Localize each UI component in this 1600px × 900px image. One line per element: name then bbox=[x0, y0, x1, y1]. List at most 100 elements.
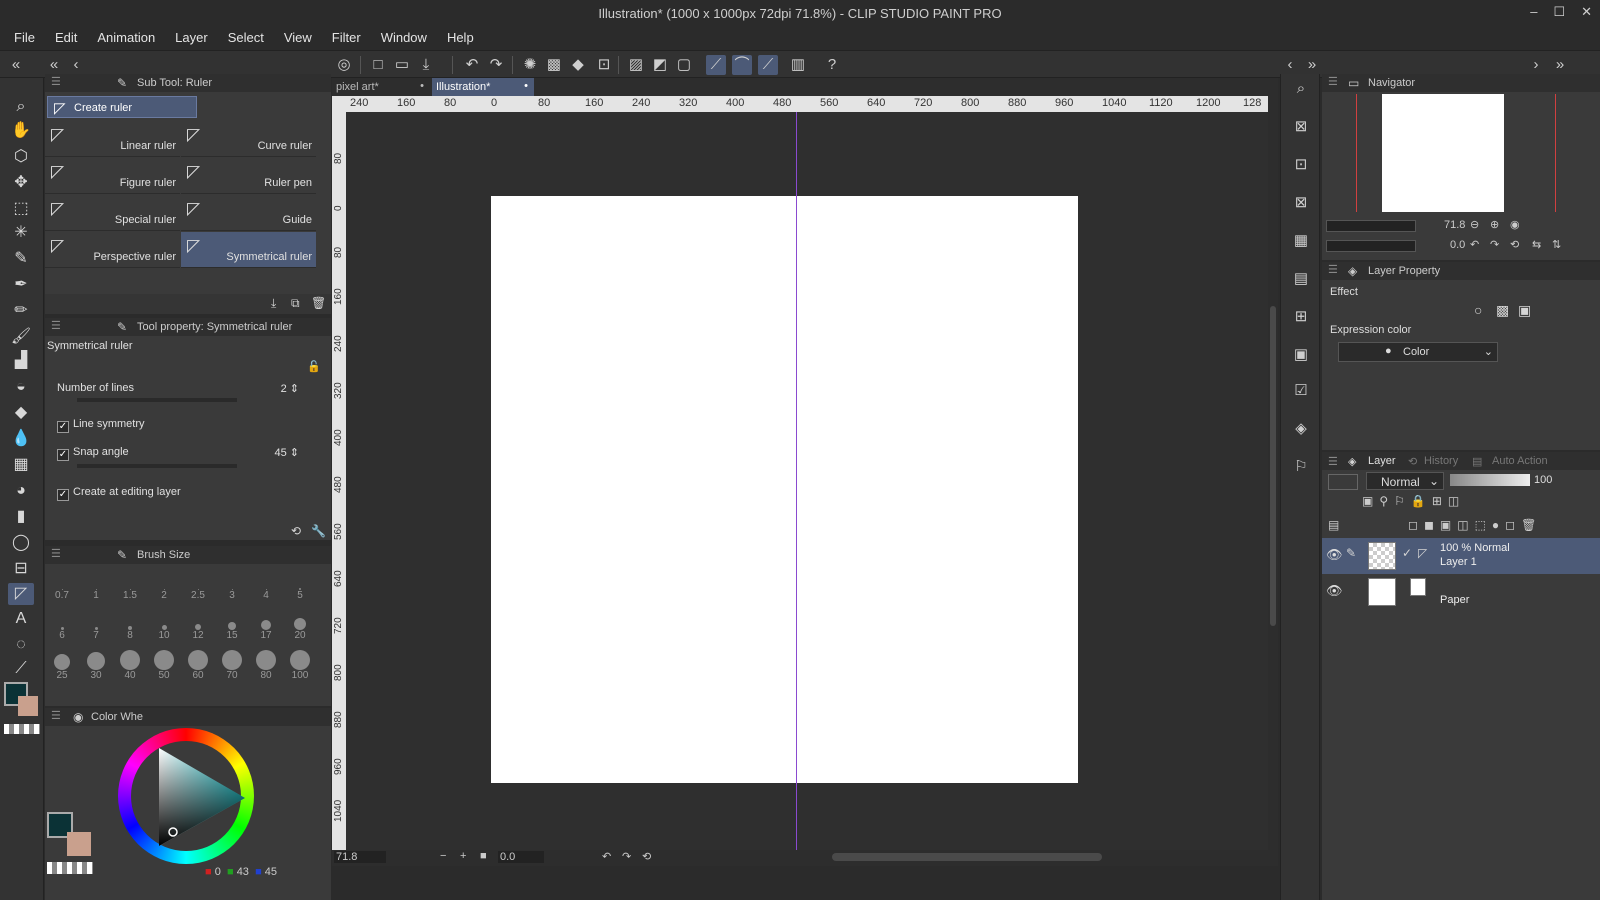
brush-size-6[interactable]: 6 bbox=[45, 610, 79, 641]
material-9-icon[interactable]: ◈ bbox=[1289, 418, 1313, 440]
subtool-special-ruler[interactable]: ◸ Special ruler bbox=[45, 195, 180, 231]
layer-row-layer-1[interactable]: 👁 ✎ ✓ ◸ 100 % Normal Layer 1 bbox=[1322, 538, 1600, 574]
actual-size-icon[interactable]: ◉ bbox=[1510, 218, 1520, 231]
brush-size-40[interactable]: 40 bbox=[113, 650, 147, 681]
material-3-icon[interactable]: ⊠ bbox=[1289, 192, 1313, 214]
brush-size-25[interactable]: 25 bbox=[45, 650, 79, 681]
balloon-tool-icon[interactable]: ◌ bbox=[8, 634, 34, 656]
rotate-left-icon[interactable]: ↶ bbox=[1470, 238, 1479, 251]
brush-size-5[interactable]: 5 bbox=[283, 570, 317, 601]
subtool-figure-ruler[interactable]: ◸ Figure ruler bbox=[45, 158, 180, 194]
number-of-lines-value[interactable]: 2 ⇕ bbox=[281, 382, 299, 395]
hand-tool-icon[interactable]: ✋ bbox=[8, 120, 34, 142]
brush-size-4[interactable]: 4 bbox=[249, 570, 283, 601]
tab-history[interactable]: History bbox=[1424, 455, 1458, 467]
zoom-slider[interactable] bbox=[1326, 220, 1416, 232]
expression-color-select[interactable]: ● Color ⌄ bbox=[1338, 342, 1498, 362]
snap-angle-slider[interactable] bbox=[77, 464, 237, 468]
zoom-tool-icon[interactable]: ⌕ bbox=[8, 96, 34, 118]
brush-size-0.7[interactable]: 0.7 bbox=[45, 570, 79, 601]
brush-size-17[interactable]: 17 bbox=[249, 610, 283, 641]
brush-size-10[interactable]: 10 bbox=[147, 610, 181, 641]
material-10-icon[interactable]: ⚐ bbox=[1289, 456, 1313, 478]
material-5-icon[interactable]: ▤ bbox=[1289, 268, 1313, 290]
figure-tool-icon[interactable]: ◯ bbox=[8, 532, 34, 554]
double-left-arrow-icon[interactable]: « bbox=[44, 55, 64, 75]
tab-auto-action[interactable]: Auto Action bbox=[1492, 455, 1548, 467]
navigator-preview[interactable] bbox=[1382, 94, 1504, 212]
gradient-tool-icon[interactable]: ▮ bbox=[8, 506, 34, 528]
fill-icon[interactable]: ◆ bbox=[568, 55, 588, 75]
layer-row-paper[interactable]: 👁 Paper bbox=[1322, 574, 1600, 610]
ruler-tool-icon[interactable]: ◸ bbox=[8, 583, 34, 605]
number-of-lines-slider[interactable] bbox=[77, 398, 237, 402]
panel-left-arrow-icon[interactable]: ‹ bbox=[1280, 55, 1300, 75]
snap-angle-value[interactable]: 45 ⇕ bbox=[274, 446, 299, 459]
transparent-color-swatch[interactable] bbox=[4, 724, 40, 734]
flip-vertical-icon[interactable]: ⇅ bbox=[1552, 238, 1561, 251]
menu-edit[interactable]: Edit bbox=[55, 26, 87, 50]
layer-property-title[interactable]: Layer Property bbox=[1368, 265, 1440, 277]
create-at-editing-layer-checkbox[interactable]: ✓ bbox=[57, 489, 69, 501]
fit-icon[interactable]: ■ bbox=[480, 850, 487, 862]
brush-size-15[interactable]: 15 bbox=[215, 610, 249, 641]
brush-size-70[interactable]: 70 bbox=[215, 650, 249, 681]
material-8-icon[interactable]: ☑ bbox=[1289, 380, 1313, 402]
angle-input[interactable]: 0.0 bbox=[498, 851, 544, 863]
pen-tool-icon[interactable]: ✒ bbox=[8, 274, 34, 296]
tab-illustration[interactable]: Illustration* • bbox=[432, 78, 534, 96]
snap-to-special-ruler-icon[interactable]: ⌒ bbox=[732, 55, 752, 75]
brush-size-8[interactable]: 8 bbox=[113, 610, 147, 641]
snap-to-ruler-icon[interactable]: ⟋ bbox=[706, 55, 726, 75]
left-arrow-icon[interactable]: ‹ bbox=[66, 55, 86, 75]
opacity-slider[interactable] bbox=[1450, 474, 1530, 486]
minimize-button[interactable]: ‒ bbox=[1530, 4, 1537, 20]
new-file-icon[interactable]: □ bbox=[368, 55, 388, 75]
brush-tool-icon[interactable]: 🖌 bbox=[8, 326, 34, 348]
duplicate-subtool-icon[interactable]: ⧉ bbox=[291, 296, 300, 311]
snap-angle-checkbox[interactable]: ✓ bbox=[57, 449, 69, 461]
brush-size-80[interactable]: 80 bbox=[249, 650, 283, 681]
layer-toolbar-2[interactable]: ◻◼▣◫⬚●◻🗑 bbox=[1408, 518, 1542, 532]
blend-tool-icon[interactable]: 💧 bbox=[8, 428, 34, 450]
paper-canvas[interactable] bbox=[491, 196, 1078, 783]
pencil-tool-icon[interactable]: ✏ bbox=[8, 300, 34, 322]
menu-layer[interactable]: Layer bbox=[175, 26, 218, 50]
close-button[interactable]: ✕ bbox=[1581, 4, 1592, 20]
reset-rotation-icon[interactable]: ⟲ bbox=[1510, 238, 1519, 251]
move-layer-tool-icon[interactable]: ✥ bbox=[8, 172, 34, 194]
opacity-value[interactable]: 100 bbox=[1534, 474, 1552, 486]
navigator-title[interactable]: Navigator bbox=[1368, 77, 1415, 89]
sub-tool-detail-icon[interactable]: 🔧 bbox=[311, 524, 326, 538]
selection-tool-icon[interactable]: ⬚ bbox=[8, 198, 34, 220]
save-icon[interactable]: ⤓ bbox=[416, 55, 436, 75]
brush-size-7[interactable]: 7 bbox=[79, 610, 113, 641]
brush-size-2.5[interactable]: 2.5 bbox=[181, 570, 215, 601]
border-effect-icon[interactable]: ○ bbox=[1474, 302, 1482, 318]
selection-out-icon[interactable]: ◩ bbox=[650, 55, 670, 75]
rotate-right-icon[interactable]: ↷ bbox=[622, 850, 631, 863]
horizontal-scrollbar[interactable] bbox=[832, 853, 1102, 861]
lock-icon[interactable]: 🔓 bbox=[307, 360, 321, 373]
subtool-guide[interactable]: ◸ Guide bbox=[181, 195, 316, 231]
brush-size-2[interactable]: 2 bbox=[147, 570, 181, 601]
frame-border-tool-icon[interactable]: ⊟ bbox=[8, 558, 34, 580]
show-selection-icon[interactable]: ▨ bbox=[626, 55, 646, 75]
expand-right-icon[interactable]: » bbox=[1550, 55, 1570, 75]
reset-rotation-icon[interactable]: ⟲ bbox=[642, 850, 651, 863]
undo-icon[interactable]: ↶ bbox=[462, 55, 482, 75]
correct-line-tool-icon[interactable]: ⟋ bbox=[8, 658, 34, 680]
open-folder-icon[interactable]: ▭ bbox=[392, 55, 412, 75]
rotate-left-icon[interactable]: ↶ bbox=[602, 850, 611, 863]
magic-wand-tool-icon[interactable]: ✳ bbox=[8, 222, 34, 244]
menu-select[interactable]: Select bbox=[228, 26, 274, 50]
snap-to-grid-icon[interactable]: ⟋ bbox=[758, 55, 778, 75]
eye-icon[interactable]: 👁 bbox=[1326, 547, 1343, 563]
rotate-right-icon[interactable]: ↷ bbox=[1490, 238, 1499, 251]
clear-icon[interactable]: ▩ bbox=[544, 55, 564, 75]
search-icon[interactable]: ⌕ bbox=[1289, 78, 1313, 100]
zoom-in-icon[interactable]: + bbox=[460, 850, 466, 862]
eyedropper-tool-icon[interactable]: ✎ bbox=[8, 248, 34, 270]
tab-layer[interactable]: Layer bbox=[1368, 455, 1396, 467]
panel-right-arrow-icon[interactable]: » bbox=[1302, 55, 1322, 75]
